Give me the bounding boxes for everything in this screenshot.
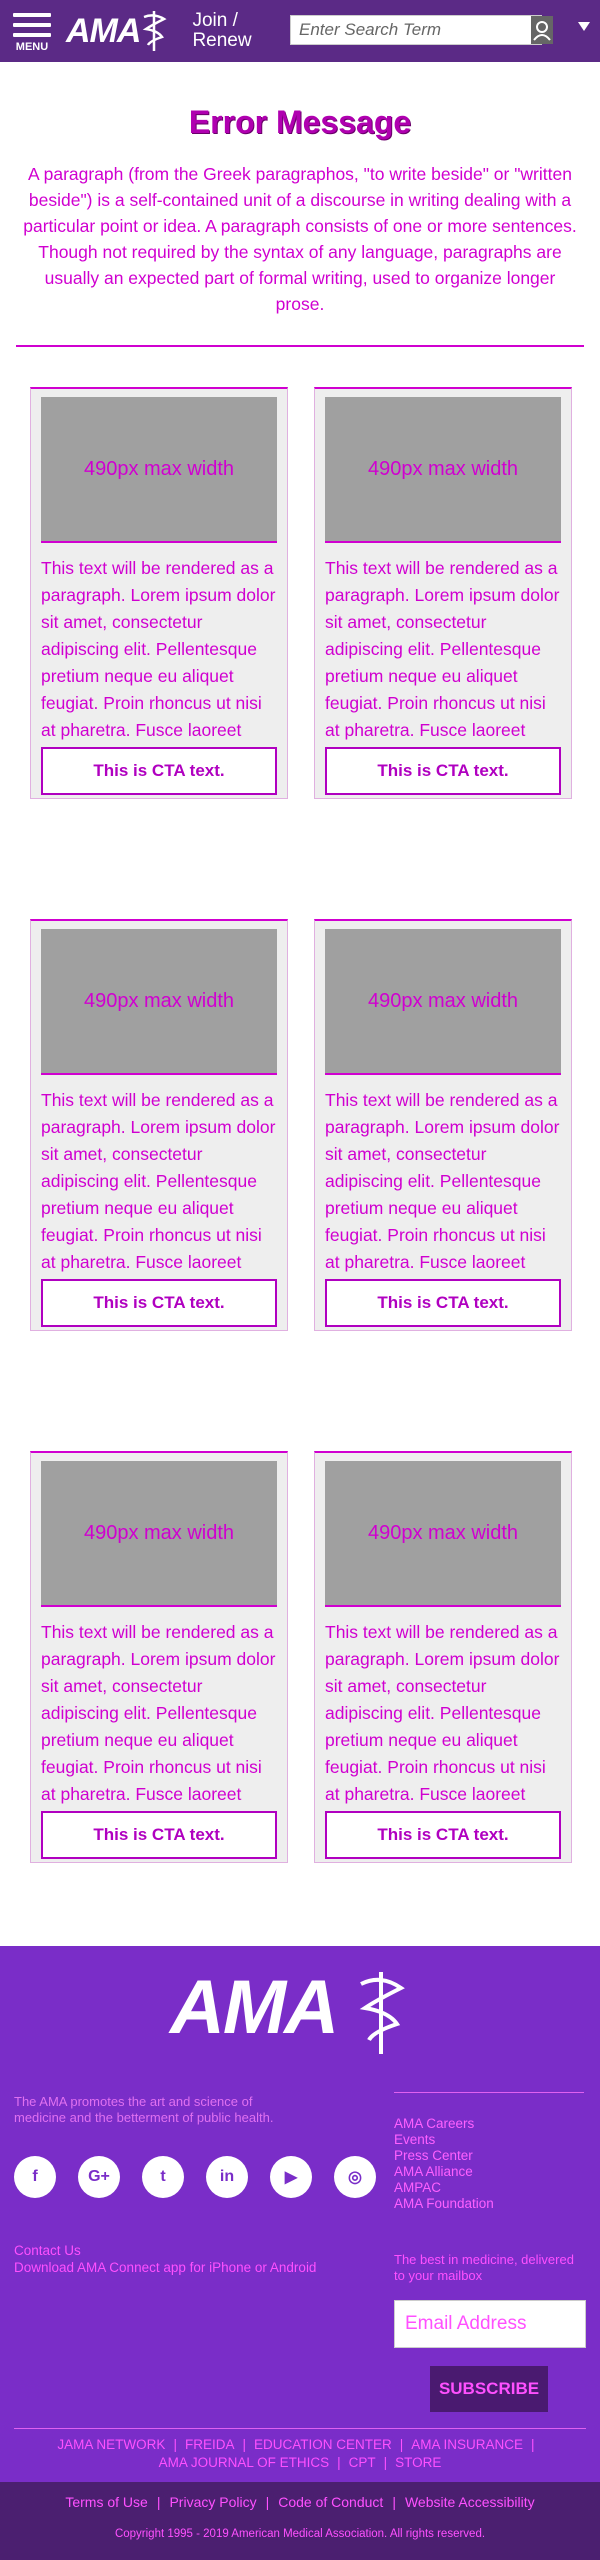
cta-button[interactable]: This is CTA text. — [325, 1811, 561, 1859]
conduct-link[interactable]: Code of Conduct — [278, 2494, 383, 2510]
content-card: 490px max width This text will be render… — [30, 919, 288, 1331]
footer-contact: Contact Us Download AMA Connect app for … — [14, 2242, 316, 2276]
menu-label: MENU — [15, 40, 49, 53]
footer-links: AMA Careers Events Press Center AMA Alli… — [394, 2116, 494, 2212]
search-button[interactable] — [531, 16, 553, 44]
caduceus-icon — [143, 11, 168, 51]
separator: | — [173, 2437, 177, 2452]
site-link-cpt[interactable]: CPT — [349, 2455, 376, 2470]
separator: | — [156, 2494, 161, 2510]
card-image-label: 490px max width — [367, 989, 519, 1012]
separator: | — [337, 2455, 341, 2470]
cta-button[interactable]: This is CTA text. — [41, 747, 277, 795]
instagram-icon[interactable]: ◎ — [334, 2156, 376, 2198]
card-grid: 490px max width This text will be render… — [0, 347, 600, 1947]
content-card: 490px max width This text will be render… — [314, 387, 572, 799]
site-link-ethics[interactable]: AMA JOURNAL OF ETHICS — [159, 2455, 330, 2470]
separator: | — [531, 2437, 535, 2452]
site-footer: AMA The AMA promotes the art and science… — [0, 1946, 600, 2560]
newsletter-text: The best in medicine, delivered to your … — [394, 2252, 574, 2283]
site-links: JAMA NETWORK | FREIDA | EDUCATION CENTER | AMA… — [0, 2436, 600, 2472]
error-title: Error Message — [188, 104, 412, 140]
footer-divider — [14, 2428, 586, 2429]
google-plus-icon[interactable]: G+ — [78, 2156, 120, 2198]
site-link-store[interactable]: STORE — [395, 2455, 441, 2470]
separator: | — [242, 2437, 246, 2452]
site-link-insurance[interactable]: AMA INSURANCE — [411, 2437, 523, 2452]
site-link-freida[interactable]: FREIDA — [185, 2437, 235, 2452]
footer-rule — [394, 2092, 584, 2093]
accessibility-link[interactable]: Website Accessibility — [405, 2494, 535, 2510]
social-links: f G+ t in ▶ ◎ — [14, 2156, 398, 2198]
content-card: 490px max width This text will be render… — [30, 387, 288, 799]
site-header: MENU AMA Join / Renew — [0, 0, 600, 62]
footer-logo[interactable]: AMA — [170, 1964, 409, 2058]
content-card: 490px max width This text will be render… — [314, 919, 572, 1331]
footer-link-alliance[interactable]: AMA Alliance — [394, 2164, 494, 2180]
privacy-link[interactable]: Privacy Policy — [169, 2494, 256, 2510]
footer-link-foundation[interactable]: AMA Foundation — [394, 2196, 494, 2212]
site-link-jama[interactable]: JAMA NETWORK — [57, 2437, 165, 2452]
twitter-icon[interactable]: t — [142, 2156, 184, 2198]
subscribe-button[interactable]: SUBSCRIBE — [430, 2366, 548, 2412]
terms-link[interactable]: Terms of Use — [65, 2494, 147, 2510]
footer-about-text: The AMA promotes the art and science of … — [14, 2094, 274, 2125]
card-image-placeholder: 490px max width — [325, 929, 561, 1075]
cta-button[interactable]: This is CTA text. — [325, 747, 561, 795]
search-bar — [290, 15, 553, 45]
cta-button[interactable]: This is CTA text. — [41, 1279, 277, 1327]
logo-text: AMA — [66, 11, 141, 50]
separator: | — [399, 2437, 404, 2452]
ama-logo[interactable]: AMA — [66, 9, 168, 53]
youtube-icon[interactable]: ▶ — [270, 2156, 312, 2198]
join-renew-link[interactable]: Join / Renew — [192, 11, 251, 51]
content-card: 490px max width This text will be render… — [30, 1451, 288, 1863]
separator: | — [265, 2494, 270, 2510]
card-image-placeholder: 490px max width — [41, 929, 277, 1075]
footer-link-events[interactable]: Events — [394, 2132, 494, 2148]
card-image-placeholder: 490px max width — [41, 1461, 277, 1607]
separator: | — [392, 2494, 396, 2510]
hamburger-icon — [13, 12, 51, 17]
card-image-label: 490px max width — [367, 457, 519, 480]
card-image-placeholder: 490px max width — [41, 397, 277, 543]
menu-button[interactable]: MENU — [10, 10, 54, 53]
contact-us-link[interactable]: Contact Us — [14, 2242, 316, 2259]
download-app-link[interactable]: Download AMA Connect app for iPhone or A… — [14, 2259, 316, 2276]
card-image-label: 490px max width — [367, 1521, 519, 1544]
content-card: 490px max width This text will be render… — [314, 1451, 572, 1863]
legal-bar: Terms of Use | Privacy Policy | Code of Cond… — [0, 2482, 600, 2560]
card-image-label: 490px max width — [83, 457, 235, 480]
card-image-placeholder: 490px max width — [325, 1461, 561, 1607]
site-link-education[interactable]: EDUCATION CENTER — [254, 2437, 392, 2452]
search-input[interactable] — [291, 16, 531, 44]
footer-link-press-center[interactable]: Press Center — [394, 2148, 494, 2164]
email-field[interactable] — [405, 2313, 575, 2335]
footer-link-ampac[interactable]: AMPAC — [394, 2180, 494, 2196]
cta-button[interactable]: This is CTA text. — [325, 1279, 561, 1327]
email-field-wrap — [394, 2300, 586, 2348]
card-image-label: 490px max width — [83, 989, 235, 1012]
facebook-icon[interactable]: f — [14, 2156, 56, 2198]
legal-links: Terms of Use | Privacy Policy | Code of Cond… — [0, 2494, 600, 2510]
hamburger-bar — [13, 22, 51, 27]
chevron-down-icon[interactable] — [578, 22, 590, 31]
user-search-icon — [533, 21, 551, 41]
footer-logo-text: AMA — [170, 1965, 336, 2050]
linkedin-icon[interactable]: in — [206, 2156, 248, 2198]
copyright: Copyright 1995 - 2019 American Medical A… — [114, 2528, 486, 2540]
card-image-label: 490px max width — [83, 1521, 235, 1544]
separator: | — [383, 2455, 388, 2470]
card-image-placeholder: 490px max width — [325, 397, 561, 543]
renew-label: Renew — [192, 30, 252, 51]
caduceus-icon — [360, 1971, 406, 2054]
footer-link-careers[interactable]: AMA Careers — [394, 2116, 494, 2132]
join-label: Join / — [192, 10, 238, 31]
cta-button[interactable]: This is CTA text. — [41, 1811, 277, 1859]
hamburger-bar — [13, 32, 51, 37]
error-paragraph: A paragraph (from the Greek paragraphos,… — [23, 164, 577, 314]
